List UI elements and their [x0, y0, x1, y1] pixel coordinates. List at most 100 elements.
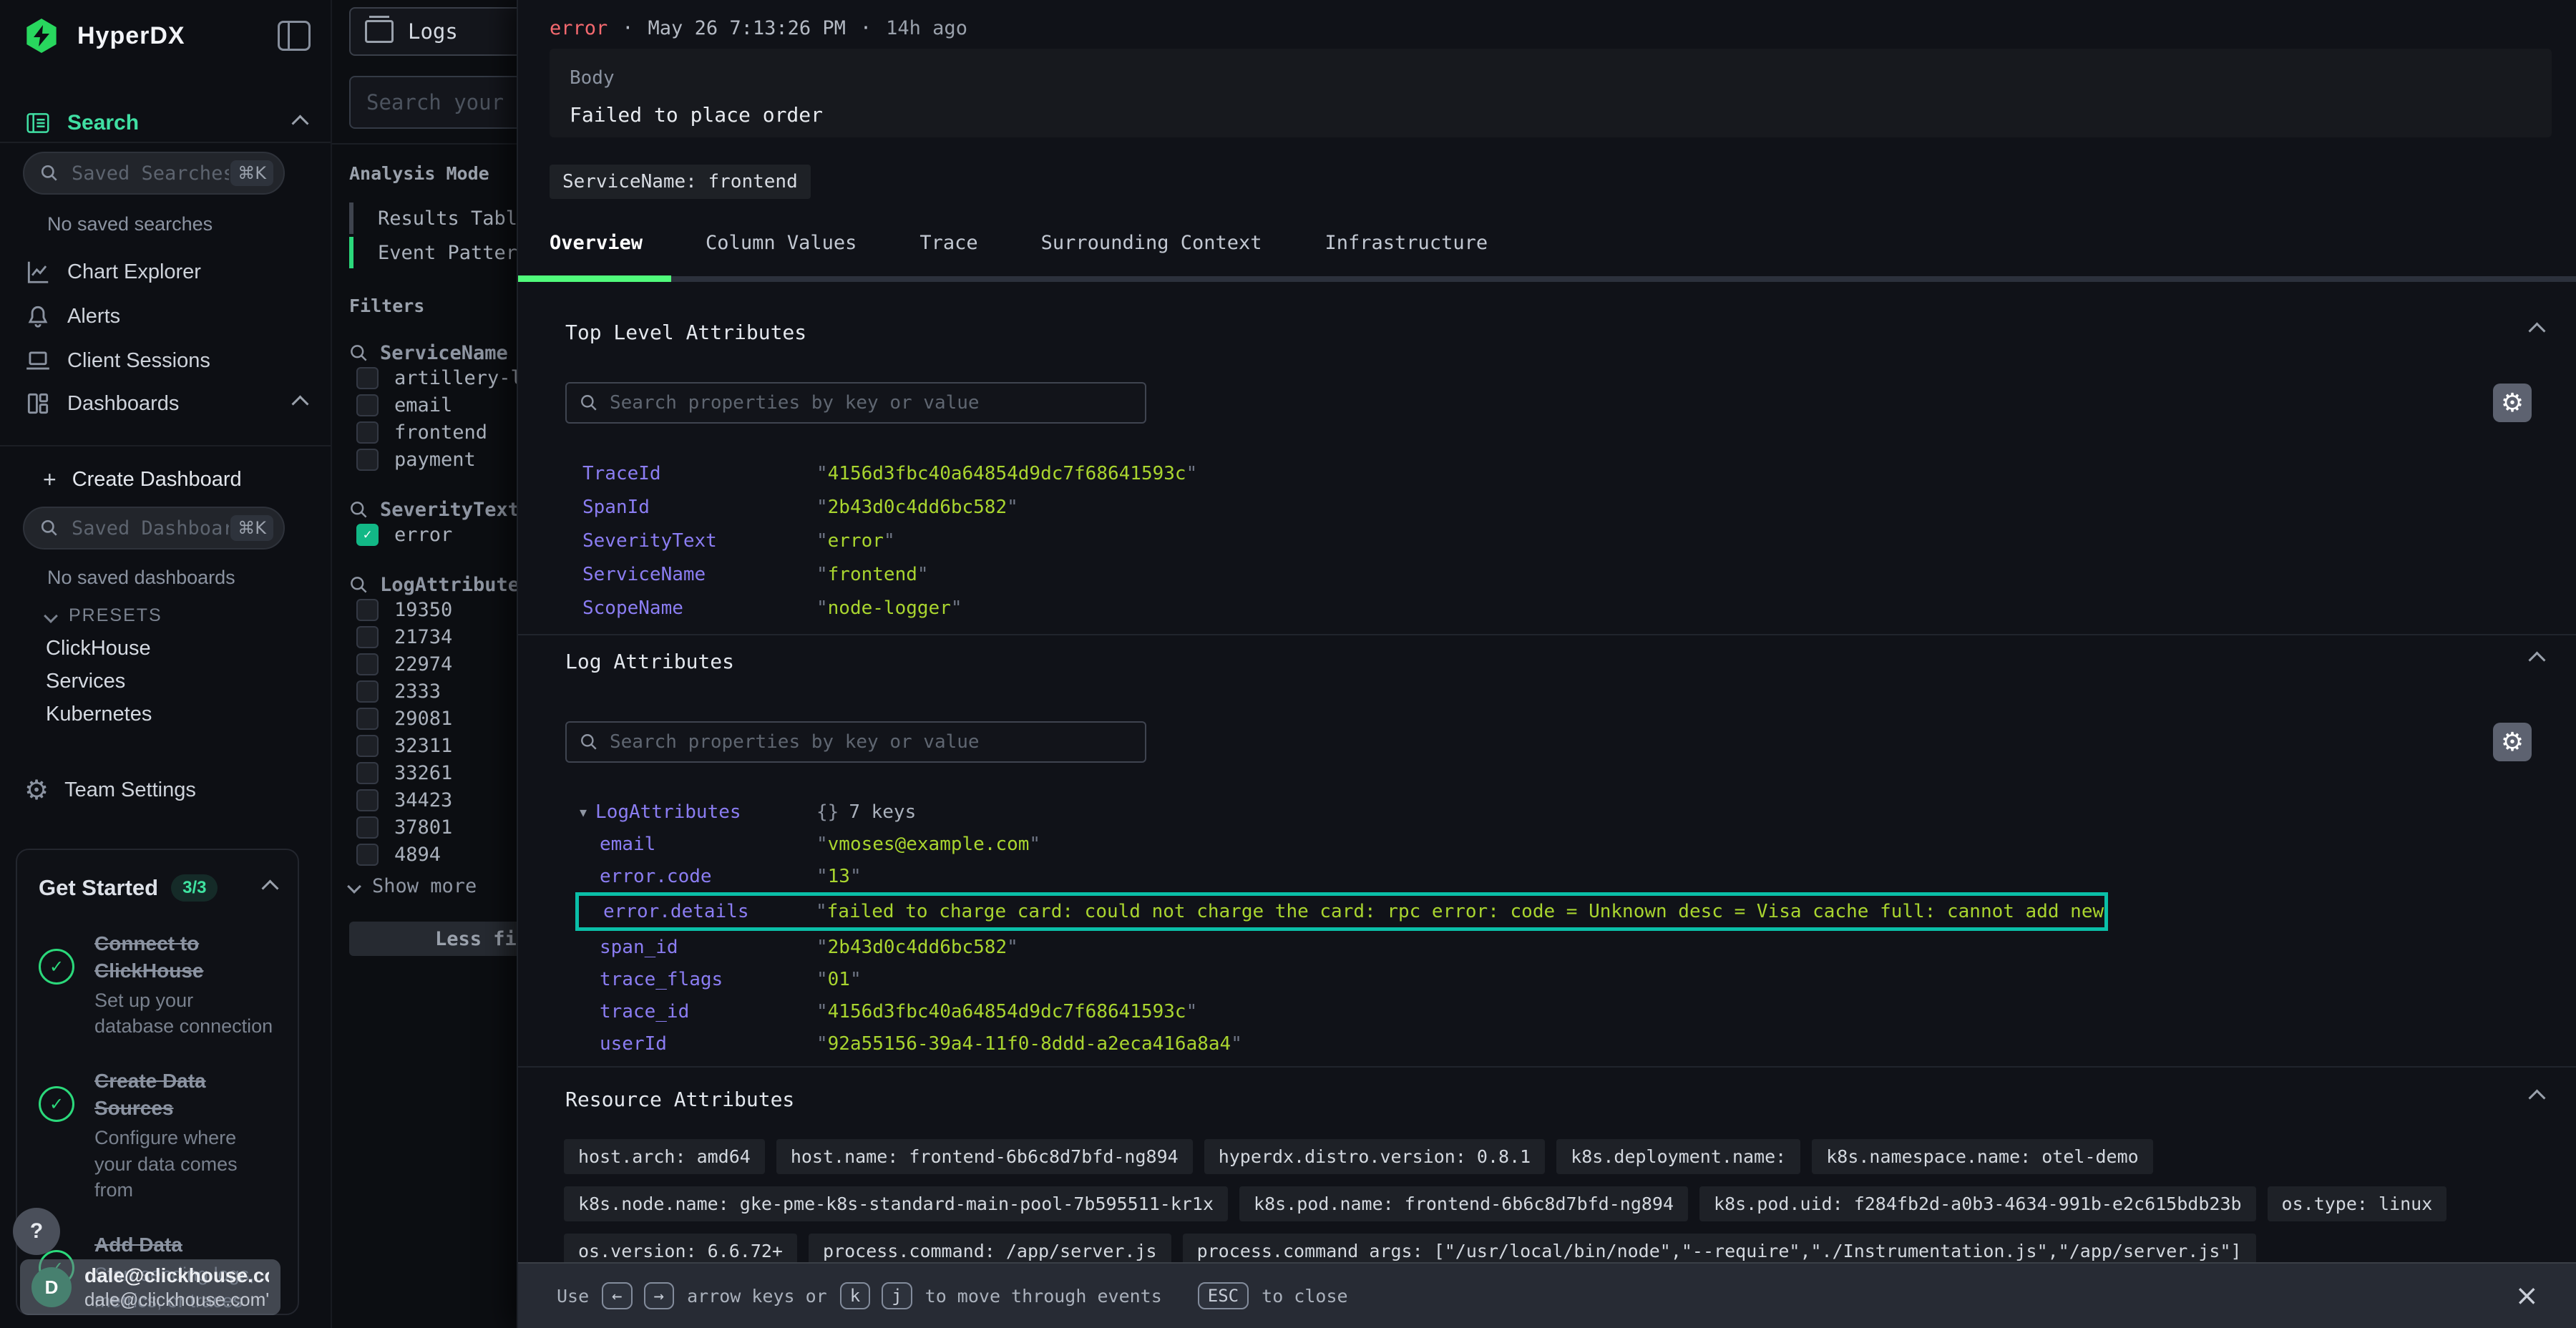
- sidebar-section-search[interactable]: Search: [0, 104, 331, 142]
- attribute-key[interactable]: error.details: [583, 901, 816, 922]
- preset-kubernetes[interactable]: Kubernetes: [46, 703, 152, 726]
- log-attributes-search-input[interactable]: [608, 731, 1132, 753]
- checkbox[interactable]: [356, 762, 379, 784]
- saved-searches-search[interactable]: ⌘K: [23, 152, 285, 195]
- collapse-section-icon[interactable]: [2528, 322, 2545, 339]
- sidebar-item-team-settings[interactable]: ⚙ Team Settings: [0, 770, 331, 810]
- attribute-row[interactable]: TraceId4156d3fbc40a64854d9dc7f68641593c: [580, 456, 2547, 490]
- tab-column-values[interactable]: Column Values: [674, 219, 888, 282]
- top-level-search-input[interactable]: [608, 391, 1132, 414]
- attribute-row[interactable]: ScopeNamenode-logger: [580, 591, 2547, 625]
- source-select[interactable]: Logs: [349, 7, 517, 56]
- filter-option[interactable]: payment: [356, 446, 517, 473]
- checkbox[interactable]: [356, 680, 379, 703]
- attribute-key[interactable]: TraceId: [580, 463, 816, 484]
- resource-badge[interactable]: k8s.pod.uid: f284fb2d-a0b3-4634-991b-e2c…: [1699, 1186, 2256, 1221]
- attribute-key[interactable]: LogAttributes: [592, 801, 741, 823]
- checkbox[interactable]: [356, 421, 379, 444]
- attribute-key[interactable]: SeverityText: [580, 530, 816, 552]
- resource-badge[interactable]: k8s.pod.name: frontend-6b6c8d7bfd-ng894: [1239, 1186, 1688, 1221]
- user-menu[interactable]: D dale@clickhouse.com dale@clickhouse.co…: [20, 1259, 280, 1315]
- attribute-key[interactable]: error.code: [580, 866, 816, 887]
- tab-infrastructure[interactable]: Infrastructure: [1294, 219, 1520, 282]
- filter-option[interactable]: artillery-loa: [356, 364, 517, 391]
- filter-option[interactable]: 29081: [356, 705, 517, 732]
- attribute-row[interactable]: SpanId2b43d0c4dd6bc582: [580, 490, 2547, 524]
- attribute-row[interactable]: emailvmoses@example.com: [580, 828, 2547, 860]
- attribute-key[interactable]: trace_flags: [580, 969, 816, 990]
- collapse-section-icon[interactable]: [2528, 651, 2545, 668]
- filter-option[interactable]: frontend: [356, 419, 517, 446]
- collapse-section-icon[interactable]: [2528, 1089, 2545, 1106]
- resource-badge[interactable]: host.arch: amd64: [564, 1139, 765, 1174]
- sidebar-section-dashboards[interactable]: Dashboards: [0, 385, 331, 422]
- tree-root-row[interactable]: ▾LogAttributes {}7 keys: [580, 796, 2547, 828]
- filter-option[interactable]: email: [356, 391, 517, 419]
- presets-toggle[interactable]: PRESETS: [46, 605, 162, 626]
- create-dashboard-button[interactable]: + Create Dashboard: [43, 467, 242, 493]
- saved-searches-input[interactable]: [70, 162, 230, 185]
- checkbox[interactable]: [356, 653, 379, 675]
- get-started-item[interactable]: ✓ Connect to ClickHouse Set up your data…: [39, 930, 276, 1039]
- attribute-key[interactable]: email: [580, 834, 816, 855]
- resource-badge[interactable]: k8s.namespace.name: otel-demo: [1812, 1139, 2153, 1174]
- attribute-row[interactable]: trace_flags01: [580, 963, 2547, 995]
- gear-icon[interactable]: ⚙: [2493, 723, 2532, 761]
- close-icon[interactable]: ×: [2514, 1279, 2539, 1312]
- attribute-row[interactable]: span_id2b43d0c4dd6bc582: [580, 931, 2547, 963]
- help-button[interactable]: ?: [13, 1208, 60, 1255]
- tab-trace[interactable]: Trace: [888, 219, 1009, 282]
- get-started-item[interactable]: ✓ Create Data Sources Configure where yo…: [39, 1068, 276, 1203]
- attribute-row[interactable]: trace_id4156d3fbc40a64854d9dc7f68641593c: [580, 995, 2547, 1027]
- filter-group-severitytext[interactable]: SeverityText: [349, 499, 517, 521]
- less-filters-button[interactable]: Less filters: [349, 922, 517, 956]
- resource-badge[interactable]: k8s.node.name: gke-pme-k8s-standard-main…: [564, 1186, 1228, 1221]
- event-search-input[interactable]: [365, 89, 517, 115]
- resource-badge[interactable]: host.name: frontend-6b6c8d7bfd-ng894: [776, 1139, 1193, 1174]
- gear-icon[interactable]: ⚙: [2493, 384, 2532, 422]
- attribute-key[interactable]: trace_id: [580, 1001, 816, 1022]
- checkbox[interactable]: [356, 449, 379, 471]
- event-search-box[interactable]: [349, 76, 517, 129]
- filter-option[interactable]: 21734: [356, 623, 517, 650]
- resource-badge[interactable]: hyperdx.distro.version: 0.8.1: [1204, 1139, 1546, 1174]
- filter-option[interactable]: 37801: [356, 814, 517, 841]
- resource-badge[interactable]: k8s.deployment.name:: [1556, 1139, 1800, 1174]
- attribute-key[interactable]: SpanId: [580, 497, 816, 518]
- filter-group-servicename[interactable]: ServiceName: [349, 342, 517, 364]
- attribute-row[interactable]: userId92a55156-39a4-11f0-8ddd-a2eca416a8…: [580, 1027, 2547, 1060]
- attribute-key[interactable]: userId: [580, 1033, 816, 1055]
- preset-clickhouse[interactable]: ClickHouse: [46, 637, 151, 660]
- checkbox[interactable]: [356, 367, 379, 389]
- checkbox[interactable]: [356, 735, 379, 757]
- filter-option[interactable]: 2333: [356, 678, 517, 705]
- filter-option-checked[interactable]: error: [356, 521, 517, 548]
- filter-option[interactable]: 4894: [356, 841, 517, 868]
- sidebar-item-alerts[interactable]: Alerts: [0, 296, 331, 336]
- checkbox[interactable]: [356, 844, 379, 866]
- attribute-key[interactable]: ScopeName: [580, 597, 816, 619]
- attribute-key[interactable]: ServiceName: [580, 564, 816, 585]
- attribute-row-highlighted[interactable]: error.detailsfailed to charge card: coul…: [583, 896, 2104, 927]
- attribute-key[interactable]: span_id: [580, 937, 816, 958]
- filter-option[interactable]: 19350: [356, 596, 517, 623]
- filter-option[interactable]: 34423: [356, 786, 517, 814]
- show-more-toggle[interactable]: Show more: [349, 875, 517, 897]
- checkbox[interactable]: [356, 394, 379, 416]
- service-name-chip[interactable]: ServiceName: frontend: [550, 165, 811, 199]
- saved-dashboards-search[interactable]: ⌘K: [23, 507, 285, 550]
- checkbox[interactable]: [356, 708, 379, 730]
- saved-dashboards-input[interactable]: [70, 517, 230, 540]
- mode-event-patterns[interactable]: Event Patterns: [349, 235, 517, 270]
- mode-results-table[interactable]: Results Table: [349, 201, 517, 235]
- expand-triangle-icon[interactable]: ▾: [580, 804, 587, 821]
- resource-badge[interactable]: os.type: linux: [2268, 1186, 2447, 1221]
- tab-surrounding-context[interactable]: Surrounding Context: [1010, 219, 1294, 282]
- filter-group-logattributes[interactable]: LogAttributes: [349, 574, 517, 596]
- log-attributes-search-box[interactable]: [565, 721, 1146, 763]
- attribute-row[interactable]: error.code13: [580, 860, 2547, 892]
- filter-option[interactable]: 22974: [356, 650, 517, 678]
- filter-option[interactable]: 33261: [356, 759, 517, 786]
- chevron-up-icon[interactable]: [261, 879, 278, 897]
- sidebar-item-chart-explorer[interactable]: Chart Explorer: [0, 252, 331, 292]
